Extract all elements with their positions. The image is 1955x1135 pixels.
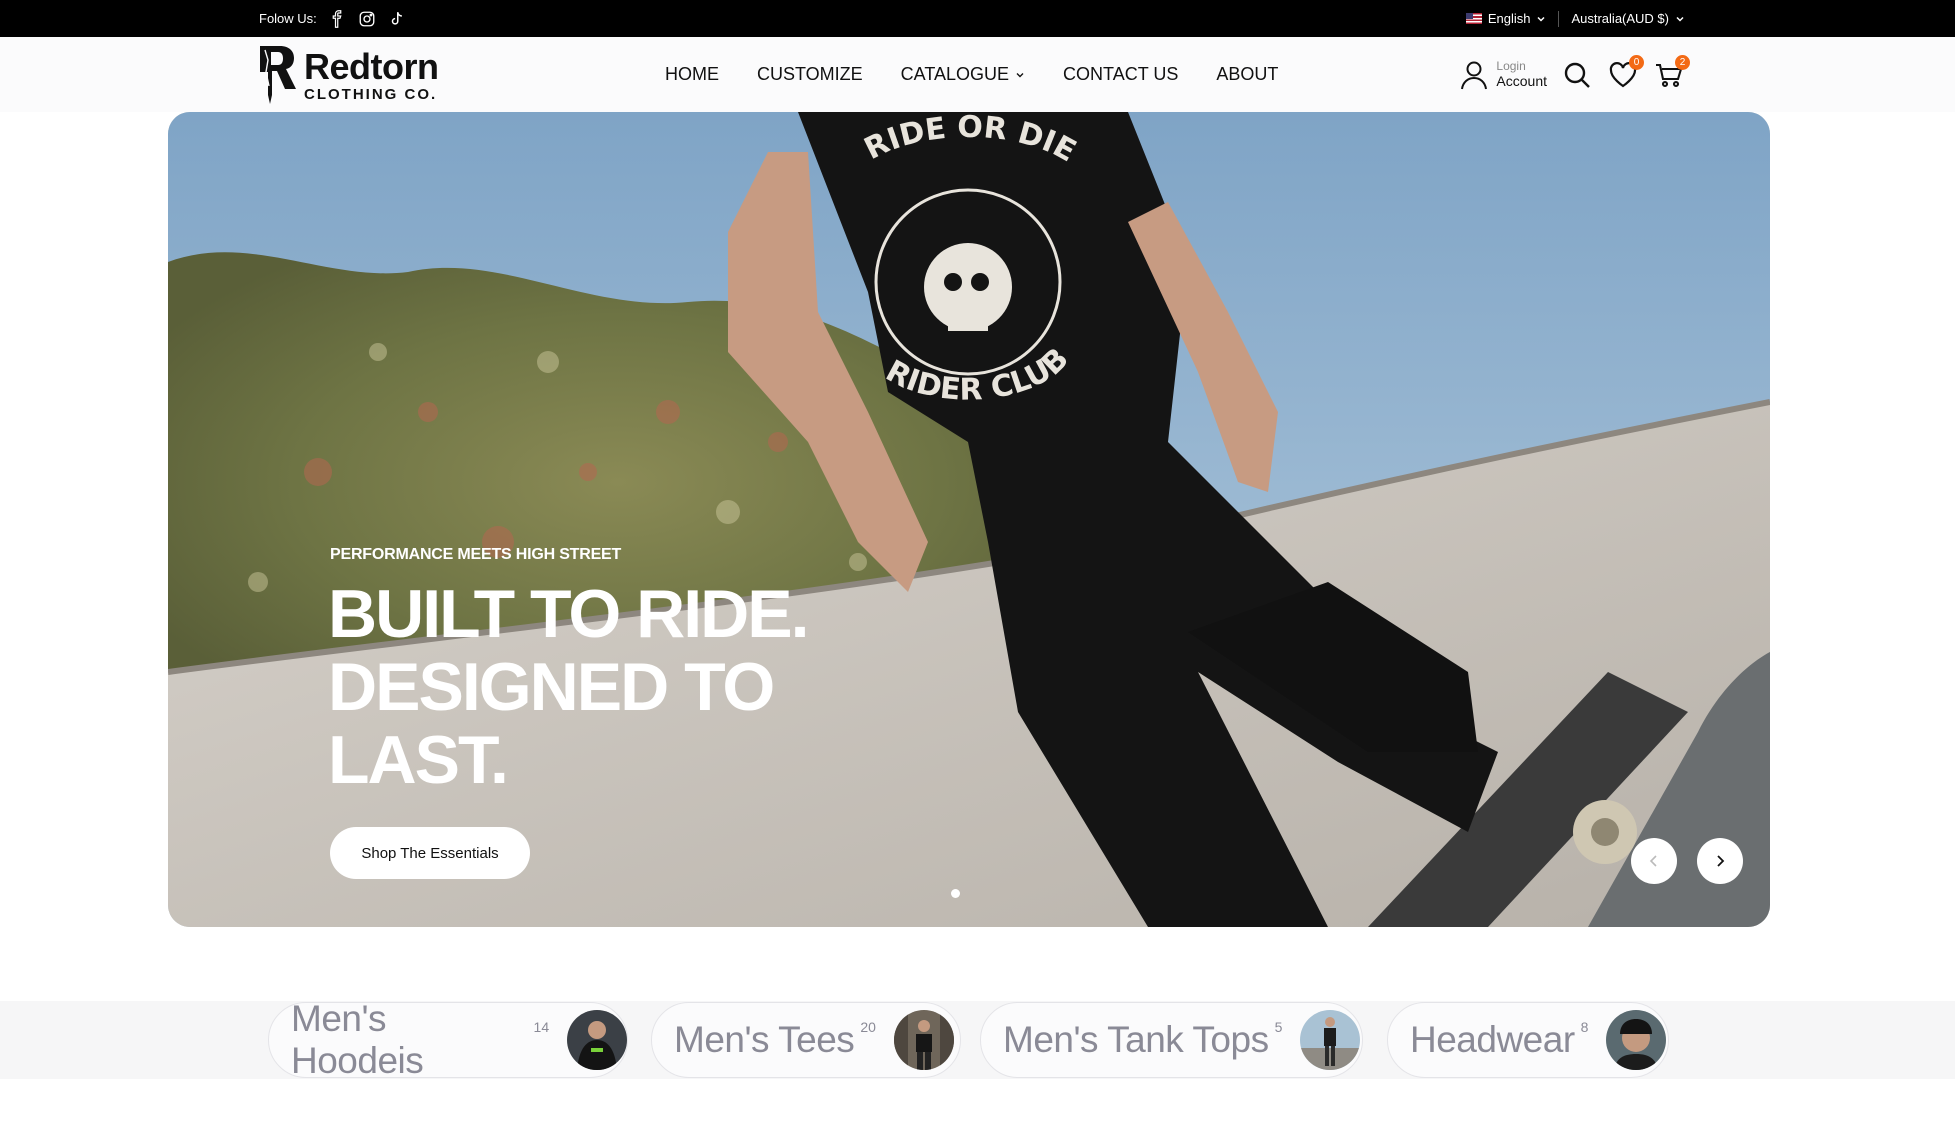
shop-essentials-button[interactable]: Shop The Essentials <box>330 827 530 879</box>
language-label: English <box>1487 11 1531 26</box>
header-tools: Login Account 0 2 <box>1460 37 1690 112</box>
hero-eyebrow: PERFORMANCE MEETS HIGH STREET <box>330 546 622 563</box>
chevron-right-icon <box>1717 855 1725 867</box>
category-thumbnail <box>893 1010 954 1070</box>
category-pill-tank-tops[interactable]: Men's Tank Tops 5 <box>980 1002 1363 1078</box>
us-flag-icon <box>1465 13 1482 24</box>
brand-logo[interactable]: Redtorn CLOTHING CO. <box>256 40 456 110</box>
hero-banner: RIDE OR DIE RIDER CLUB PERFORMANCE MEETS… <box>168 112 1770 927</box>
nav-customize-label: CUSTOMIZE <box>757 64 863 84</box>
nav-about[interactable]: ABOUT <box>1197 64 1297 85</box>
nav-home-label: HOME <box>665 64 719 84</box>
slider-next-button[interactable] <box>1697 838 1743 884</box>
search-icon <box>1564 62 1590 88</box>
slider-prev-button[interactable] <box>1631 838 1677 884</box>
category-pill-headwear[interactable]: Headwear 8 <box>1387 1002 1669 1078</box>
category-name: Men's Hoodeis <box>291 998 424 1081</box>
category-thumbnail <box>1300 1010 1361 1070</box>
chevron-down-icon <box>1016 72 1024 77</box>
nav-contact[interactable]: CONTACT US <box>1044 64 1197 85</box>
language-selector[interactable]: English <box>1454 11 1559 26</box>
chevron-down-icon <box>1676 16 1684 22</box>
nav-home[interactable]: HOME <box>646 64 738 85</box>
wishlist-count-badge: 0 <box>1629 54 1644 70</box>
user-icon <box>1461 61 1488 89</box>
logo-mark-icon <box>260 46 296 104</box>
brand-name: Redtorn <box>304 45 439 87</box>
category-pill-hoodies[interactable]: Men's Hoodeis 14 <box>268 998 628 1081</box>
category-count: 8 <box>1580 1019 1589 1035</box>
nav-catalogue-label: CATALOGUE <box>900 64 1010 84</box>
cart-button[interactable]: 2 <box>1653 54 1690 91</box>
top-bar: Folow Us: English Australia(AUD $) <box>0 0 1955 37</box>
currency-selector[interactable]: Australia(AUD $) <box>1559 11 1697 26</box>
chevron-left-icon <box>1649 855 1657 867</box>
instagram-icon[interactable] <box>357 9 377 29</box>
wishlist-button[interactable]: 0 <box>1607 54 1644 91</box>
nav-contact-label: CONTACT US <box>1063 64 1179 84</box>
hero-headline: BUILT TO RIDE. DESIGNED TO LAST. <box>328 576 809 798</box>
login-label: Login <box>1496 58 1526 73</box>
follow-label: Folow Us: <box>259 11 317 26</box>
category-thumbnail <box>1606 1010 1667 1070</box>
category-name: Headwear <box>1410 1019 1575 1060</box>
nav-catalogue[interactable]: CATALOGUE <box>882 64 1044 85</box>
category-count: 20 <box>860 1019 876 1035</box>
cart-count-badge: 2 <box>1675 54 1690 70</box>
main-nav: HOME CUSTOMIZE CATALOGUE CONTACT US ABOU… <box>646 37 1297 112</box>
facebook-icon[interactable] <box>327 9 347 29</box>
account-label: Account <box>1496 73 1547 90</box>
currency-label: Australia(AUD $) <box>1571 11 1669 26</box>
account-link[interactable]: Login Account <box>1460 58 1547 90</box>
category-pill-tees[interactable]: Men's Tees 20 <box>651 1002 961 1078</box>
chevron-down-icon <box>1537 16 1545 22</box>
nav-customize[interactable]: CUSTOMIZE <box>738 64 882 85</box>
nav-about-label: ABOUT <box>1216 64 1279 84</box>
category-thumbnail <box>567 1010 627 1070</box>
tiktok-icon[interactable] <box>387 9 407 29</box>
social-links: Folow Us: <box>259 0 407 37</box>
category-name: Men's Tees <box>674 1019 855 1060</box>
search-button[interactable] <box>1561 59 1593 91</box>
hero-image: RIDE OR DIE RIDER CLUB <box>168 112 1770 927</box>
locale-switchers: English Australia(AUD $) <box>1454 0 1697 37</box>
category-name: Men's Tank Tops <box>1003 1019 1269 1060</box>
brand-tagline: CLOTHING CO. <box>304 85 438 103</box>
category-count: 5 <box>1274 1019 1283 1035</box>
slider-dot[interactable] <box>951 889 960 898</box>
category-count: 14 <box>533 1019 550 1035</box>
